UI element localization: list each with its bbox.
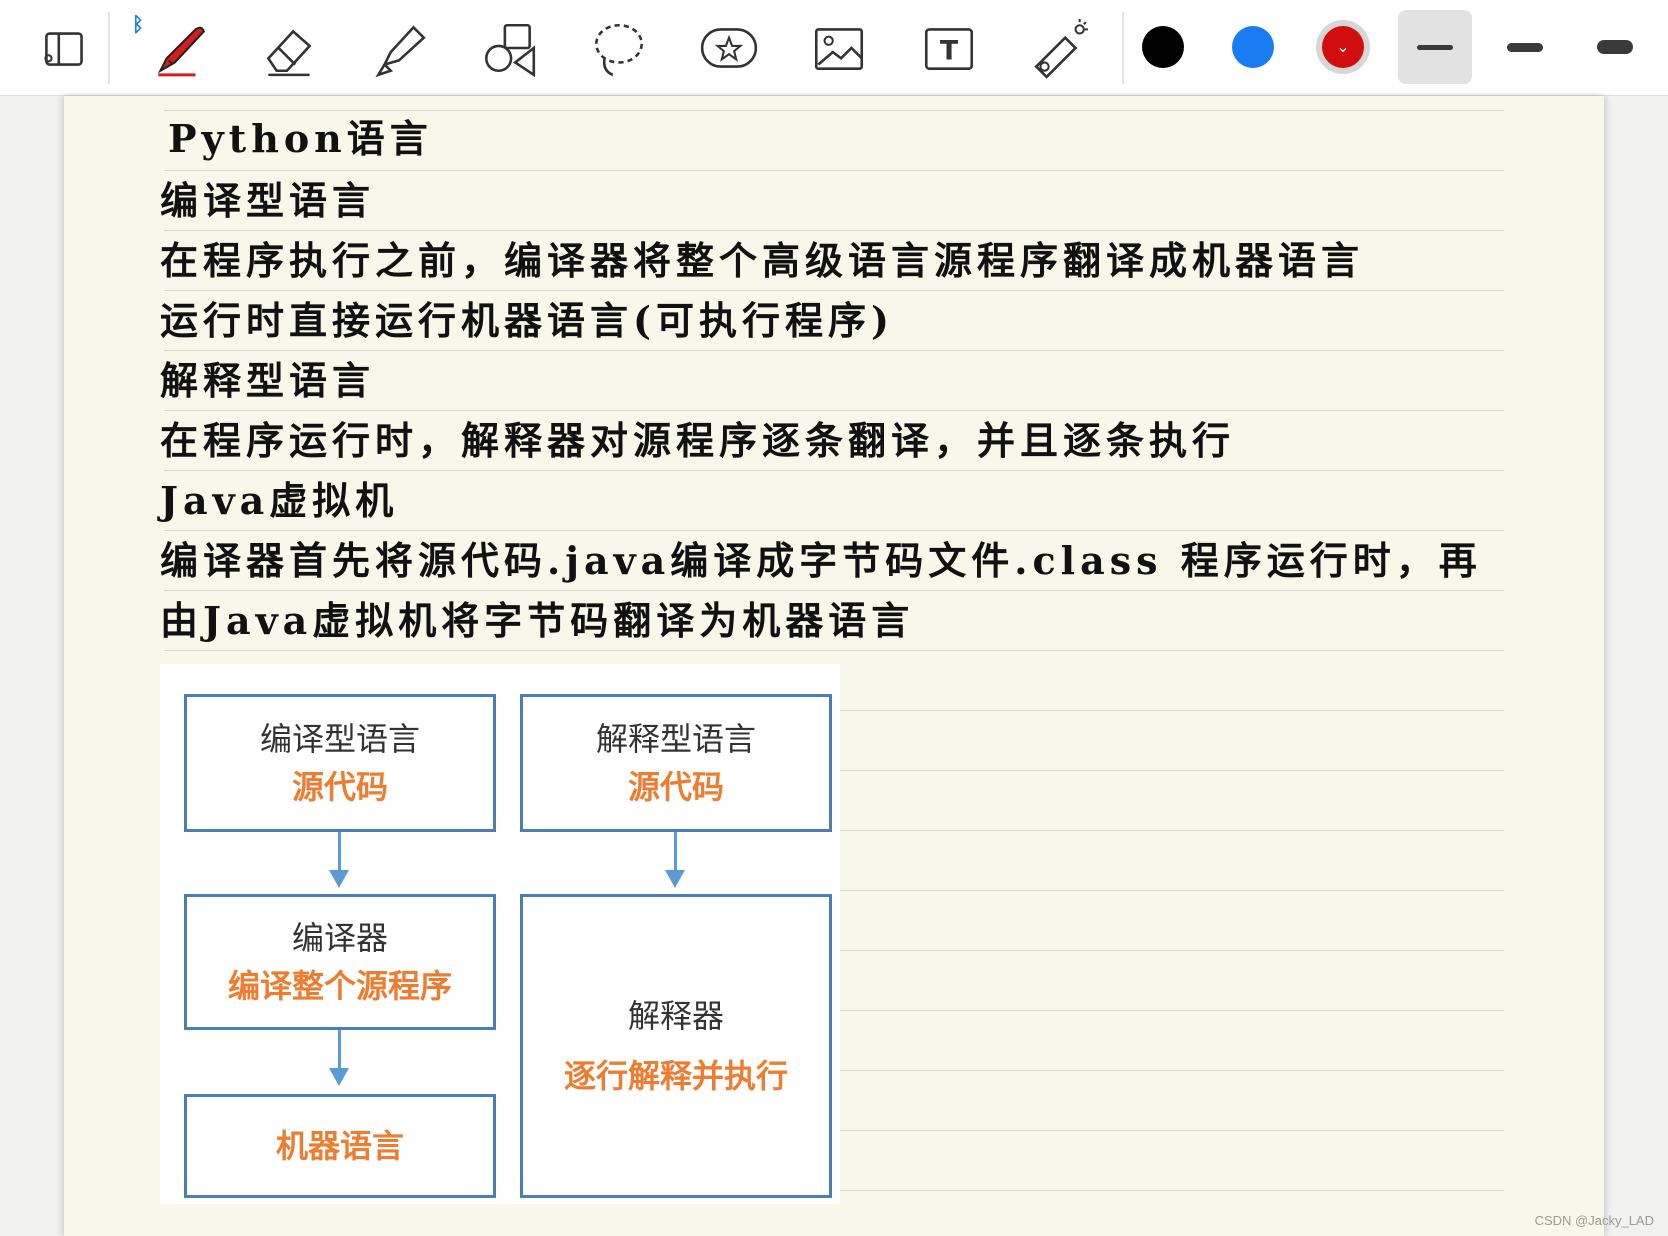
interpreted-language-box: 解释型语言 源代码: [520, 694, 832, 832]
stroke-width-medium[interactable]: [1488, 10, 1562, 84]
ruled-line: [164, 650, 1504, 651]
machine-language-box: 机器语言: [184, 1094, 496, 1198]
arrow-down: [665, 832, 685, 888]
view-toggle-icon-svg: [44, 32, 83, 66]
compiler-desc: 编译整个源程序: [227, 968, 452, 1004]
view-toggle-icon[interactable]: [28, 10, 102, 86]
ruled-line: [164, 110, 1504, 111]
stroke-preview: [1417, 44, 1453, 50]
note-line: 编译器首先将源代码.java编译成字节码文件.class 程序运行时，再: [160, 538, 1482, 583]
stroke-width-thin[interactable]: [1398, 10, 1472, 84]
compiled-language-box: 编译型语言 源代码: [184, 694, 496, 832]
highlighter-tool-icon[interactable]: [362, 10, 436, 86]
lasso-svg: [594, 23, 644, 77]
machine-language-label: 机器语言: [275, 1128, 404, 1164]
highlighter-svg: [375, 25, 426, 78]
ruled-line: [164, 230, 1504, 231]
interpreter-box: 解释器 逐行解释并执行: [520, 894, 832, 1198]
image-tool-icon[interactable]: [802, 10, 876, 86]
toolbar: ᛒ T ⌄: [0, 0, 1668, 96]
interpreted-source-label: 源代码: [627, 769, 724, 805]
chevron-down-icon: ⌄: [1336, 37, 1350, 56]
stroke-width-thick[interactable]: [1578, 10, 1652, 84]
ruled-line: [164, 590, 1504, 591]
text-tool-icon[interactable]: T: [912, 10, 986, 86]
pen-tool-icon[interactable]: [142, 10, 216, 86]
note-line: Java虚拟机: [160, 478, 399, 523]
svg-text:T: T: [940, 35, 959, 66]
compiled-language-title: 编译型语言: [259, 721, 420, 757]
color-swatch-red[interactable]: ⌄: [1322, 26, 1364, 68]
arrow-down: [329, 832, 349, 888]
stroke-preview: [1597, 40, 1633, 54]
note-line: 解释型语言: [160, 358, 376, 403]
ruled-line: [164, 470, 1504, 471]
note-page[interactable]: Python语言 编译型语言 在程序执行之前，编译器将整个高级语言源程序翻译成机…: [64, 96, 1604, 1236]
ruled-line: [164, 350, 1504, 351]
note-line: 编译型语言: [160, 178, 376, 223]
image-svg: [814, 28, 864, 70]
interpreter-desc: 逐行解释并执行: [563, 1058, 788, 1094]
ruled-line: [164, 170, 1504, 171]
interpreted-language-title: 解释型语言: [595, 721, 756, 757]
laser-pointer-icon[interactable]: [1022, 10, 1096, 86]
pen-svg: [157, 26, 205, 77]
eraser-svg: [266, 29, 312, 77]
ruled-line: [164, 290, 1504, 291]
ruled-line: [164, 410, 1504, 411]
note-line: 运行时直接运行机器语言(可执行程序): [160, 298, 894, 343]
sticker-svg: [700, 28, 758, 68]
color-swatch-black[interactable]: [1142, 26, 1184, 68]
lasso-tool-icon[interactable]: [582, 10, 656, 86]
compiler-box: 编译器 编译整个源程序: [184, 894, 496, 1030]
ruled-line: [164, 530, 1504, 531]
shapes-svg: [484, 23, 536, 78]
toolbar-divider: [108, 12, 110, 84]
toolbar-divider: [1122, 12, 1124, 84]
compiler-label: 编译器: [291, 920, 388, 956]
text-svg: T: [924, 28, 974, 70]
note-line: 在程序运行时，解释器对源程序逐条翻译，并且逐条执行: [160, 418, 1236, 463]
note-line: 在程序执行之前，编译器将整个高级语言源程序翻译成机器语言: [160, 238, 1365, 283]
eraser-tool-icon[interactable]: [252, 10, 326, 86]
inserted-diagram-image[interactable]: 编译型语言 源代码 编译器 编译整个源程序 机器语言 解释型语言 源代码 解释器…: [160, 664, 840, 1204]
color-swatch-blue[interactable]: [1232, 26, 1274, 68]
laser-svg: [1034, 19, 1088, 79]
sticker-tool-icon[interactable]: [692, 10, 766, 86]
arrow-down: [329, 1030, 349, 1086]
interpreter-label: 解释器: [627, 998, 724, 1034]
note-line: 由Java虚拟机将字节码翻译为机器语言: [160, 598, 915, 643]
compiled-source-label: 源代码: [291, 769, 388, 805]
stroke-preview: [1507, 42, 1543, 52]
watermark: CSDN @Jacky_LAD: [1534, 1213, 1654, 1228]
shapes-tool-icon[interactable]: [472, 10, 546, 86]
note-line-title: Python语言: [168, 116, 433, 161]
